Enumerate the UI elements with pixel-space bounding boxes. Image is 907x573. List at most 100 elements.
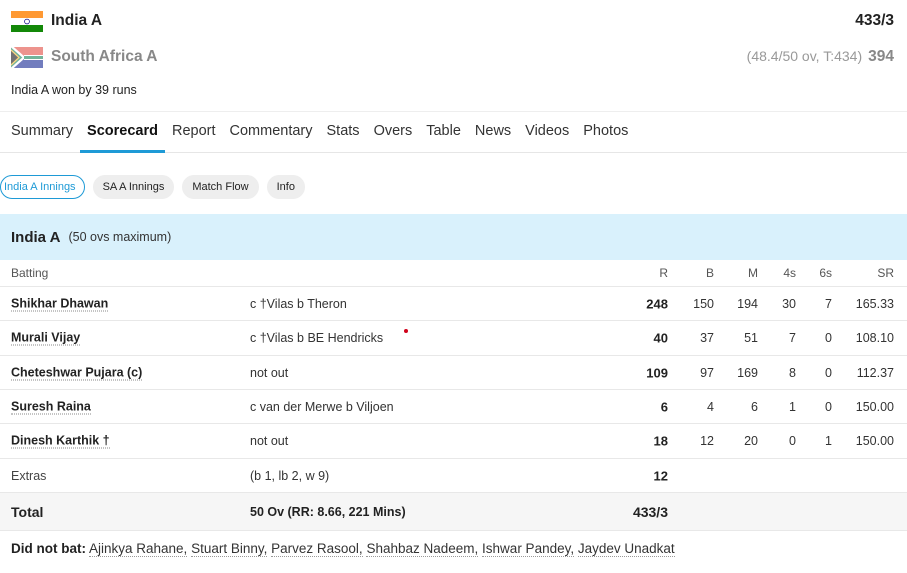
dismissal: c †Vilas b BE Hendricks (250, 331, 384, 345)
header-strike-rate: SR (877, 266, 894, 280)
player-name[interactable]: Suresh Raina (11, 399, 91, 414)
dismissal: c van der Merwe b Viljoen (250, 399, 394, 414)
pill-info[interactable]: Info (266, 175, 305, 199)
strike-rate: 150.00 (855, 399, 894, 414)
tab-scorecard[interactable]: Scorecard (80, 111, 165, 153)
runs: 109 (646, 365, 668, 380)
innings-header: India A (50 ovs maximum) (0, 214, 907, 260)
sixes: 0 (825, 365, 832, 380)
sixes: 0 (825, 399, 832, 414)
header-fours: 4s (783, 266, 796, 280)
tab-table[interactable]: Table (419, 111, 468, 153)
team-score: (48.4/50 ov, T:434) 394 (747, 48, 894, 66)
did-not-bat: Did not bat: Ajinkya Rahane, Stuart Binn… (11, 541, 675, 557)
match-result: India A won by 39 runs (11, 83, 137, 97)
south-africa-flag-icon (11, 46, 43, 68)
team-name[interactable]: India A (51, 12, 102, 30)
runs: 40 (653, 330, 668, 346)
tab-stats[interactable]: Stats (320, 111, 367, 153)
did-not-bat-player[interactable]: Stuart Binny, (191, 541, 268, 557)
fours: 8 (789, 365, 796, 380)
fours: 0 (789, 434, 796, 448)
player-name[interactable]: Murali Vijay (11, 331, 81, 346)
header-runs: R (659, 266, 668, 280)
did-not-bat-player[interactable]: Shahbaz Nadeem, (366, 541, 479, 557)
did-not-bat-player[interactable]: Parvez Rasool, (271, 541, 363, 557)
dismissal: c †Vilas b Theron (250, 296, 347, 311)
extras-label: Extras (11, 468, 47, 483)
fours: 1 (789, 399, 796, 414)
table-row: Suresh Raina c van der Merwe b Viljoen 6… (0, 390, 907, 424)
balls: 4 (707, 399, 714, 414)
runs: 248 (646, 296, 668, 311)
team-score: 433/3 (855, 12, 894, 29)
live-indicator-dot (404, 329, 408, 333)
did-not-bat-player[interactable]: Jaydev Unadkat (577, 541, 675, 557)
header-batting: Batting (11, 266, 49, 280)
innings-note: (50 ovs maximum) (68, 230, 172, 244)
india-flag-icon (11, 10, 43, 32)
total-score: 433/3 (632, 503, 668, 520)
minutes: 20 (744, 434, 758, 448)
innings-team-name: India A (11, 228, 61, 246)
sixes: 7 (825, 296, 832, 311)
strike-rate: 150.00 (855, 434, 894, 448)
did-not-bat-label: Did not bat: (11, 541, 86, 556)
player-name[interactable]: Shikhar Dhawan (11, 296, 109, 311)
balls: 97 (700, 365, 714, 380)
did-not-bat-player[interactable]: Ajinkya Rahane, (89, 541, 188, 557)
balls: 12 (700, 434, 714, 448)
minutes: 194 (737, 296, 758, 311)
minutes: 6 (751, 399, 758, 414)
score-value: 394 (868, 48, 894, 65)
balls: 150 (693, 296, 714, 311)
minutes: 51 (744, 331, 758, 345)
balls: 37 (700, 331, 714, 345)
fours: 30 (782, 296, 796, 311)
tab-videos[interactable]: Videos (518, 111, 576, 153)
runs: 18 (653, 433, 668, 449)
pill-india-a-innings[interactable]: India A Innings (0, 175, 85, 199)
dismissal: not out (250, 365, 289, 380)
did-not-bat-player[interactable]: Ishwar Pandey, (482, 541, 575, 557)
runs: 6 (660, 399, 668, 414)
extras-detail: (b 1, lb 2, w 9) (250, 468, 330, 483)
team-row-south-africa-a: South Africa A (48.4/50 ov, T:434) 394 (0, 41, 907, 73)
strike-rate: 165.33 (855, 296, 894, 311)
table-row: Dinesh Karthik † not out 18 12 20 0 1 15… (0, 424, 907, 459)
tab-photos[interactable]: Photos (576, 111, 635, 153)
pill-match-flow[interactable]: Match Flow (182, 175, 259, 199)
table-row: Shikhar Dhawan c †Vilas b Theron 248 150… (0, 287, 907, 321)
scorecard-tabs: Summary Scorecard Report Commentary Stat… (0, 111, 907, 153)
team-name[interactable]: South Africa A (51, 48, 158, 66)
header-minutes: M (748, 266, 758, 280)
team-row-india-a: India A 433/3 (0, 5, 907, 37)
batting-header-row: Batting R B M 4s 6s SR (0, 260, 907, 287)
sixes: 0 (825, 331, 832, 345)
tab-overs[interactable]: Overs (367, 111, 420, 153)
extras-row: Extras (b 1, lb 2, w 9) 12 (0, 459, 907, 493)
pill-sa-a-innings[interactable]: SA A Innings (92, 175, 175, 199)
table-row: Cheteshwar Pujara (c) not out 109 97 169… (0, 356, 907, 390)
tab-report[interactable]: Report (165, 111, 223, 153)
sixes: 1 (825, 434, 832, 448)
player-name[interactable]: Dinesh Karthik † (11, 434, 110, 449)
player-name[interactable]: Cheteshwar Pujara (c) (11, 365, 143, 380)
tab-commentary[interactable]: Commentary (223, 111, 320, 153)
strike-rate: 108.10 (855, 331, 894, 345)
total-row: Total 50 Ov (RR: 8.66, 221 Mins) 433/3 (0, 493, 907, 531)
total-label: Total (11, 503, 44, 520)
total-detail: 50 Ov (RR: 8.66, 221 Mins) (250, 504, 406, 519)
innings-pills: India A Innings SA A Innings Match Flow … (0, 175, 305, 199)
table-row: Murali Vijay c †Vilas b BE Hendricks 40 … (0, 321, 907, 356)
strike-rate: 112.37 (856, 365, 894, 380)
extras-value: 12 (653, 468, 668, 483)
header-sixes: 6s (819, 266, 832, 280)
overs-target-info: (48.4/50 ov, T:434) (746, 48, 863, 64)
tab-news[interactable]: News (468, 111, 518, 153)
minutes: 169 (737, 365, 758, 380)
header-balls: B (705, 266, 714, 280)
fours: 7 (789, 331, 796, 345)
dismissal: not out (250, 434, 289, 448)
tab-summary[interactable]: Summary (0, 111, 80, 153)
